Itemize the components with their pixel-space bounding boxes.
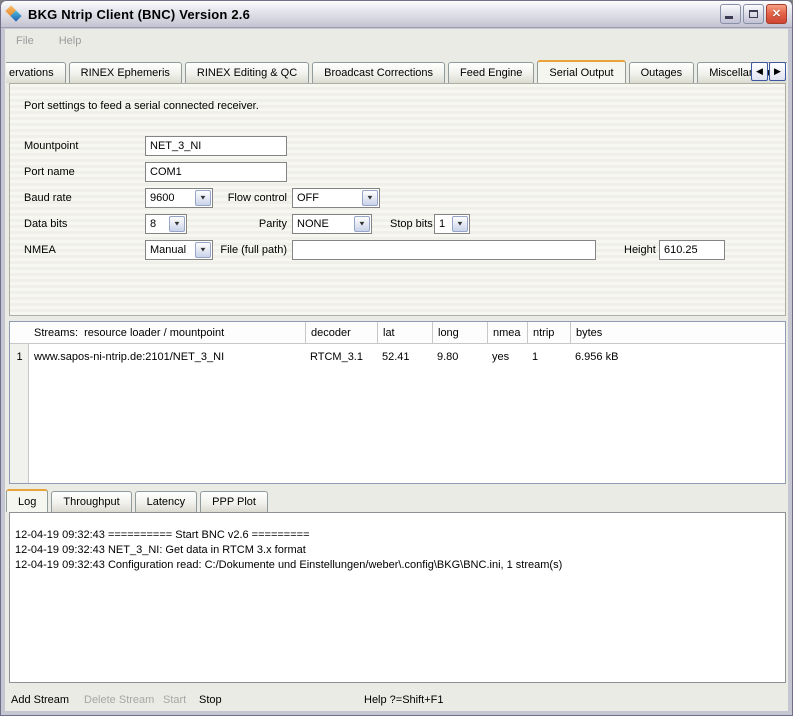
minimize-icon xyxy=(725,16,733,19)
data-bits-dropdown-button[interactable]: ▼ xyxy=(169,216,185,232)
baud-rate-select[interactable]: 9600 ▼ xyxy=(145,188,213,208)
title-bar: BKG Ntrip Client (BNC) Version 2.6 ✕ xyxy=(1,1,792,28)
tab-outages[interactable]: Outages xyxy=(629,62,695,83)
maximize-button[interactable] xyxy=(743,4,764,24)
mountpoint-input[interactable] xyxy=(145,136,287,156)
nmea-label: NMEA xyxy=(24,240,56,260)
chevron-down-icon: ▼ xyxy=(366,195,374,201)
chevron-down-icon: ▼ xyxy=(456,221,464,227)
arrow-right-icon: ▶ xyxy=(774,66,781,77)
parity-label: Parity xyxy=(210,214,287,234)
log-line: 12-04-19 09:32:43 ========== Start BNC v… xyxy=(15,528,780,543)
tab-observations[interactable]: ervations xyxy=(6,62,66,83)
parity-dropdown-button[interactable]: ▼ xyxy=(354,216,370,232)
tab-feed-engine[interactable]: Feed Engine xyxy=(448,62,534,83)
flow-control-select[interactable]: OFF ▼ xyxy=(292,188,380,208)
log-line: 12-04-19 09:32:43 NET_3_NI: Get data in … xyxy=(15,543,780,558)
cell-bytes: 6.956 kB xyxy=(570,345,786,369)
tab-rinex-editing-qc[interactable]: RINEX Editing & QC xyxy=(185,62,309,83)
bottom-button-bar: Add Stream Delete Stream Start Stop Help… xyxy=(5,689,788,711)
log-line: 12-04-19 09:32:43 Configuration read: C:… xyxy=(15,558,780,573)
parity-value: NONE xyxy=(294,216,353,232)
maximize-icon xyxy=(749,10,758,18)
add-stream-button[interactable]: Add Stream xyxy=(11,689,69,711)
tab-log[interactable]: Log xyxy=(6,489,48,512)
baud-rate-value: 9600 xyxy=(147,190,194,206)
column-header-decoder: decoder xyxy=(305,322,377,344)
arrow-left-icon: ◀ xyxy=(756,66,763,77)
app-icon[interactable] xyxy=(6,6,23,22)
help-button[interactable]: Help ?=Shift+F1 xyxy=(364,689,444,711)
cell-ntrip: 1 xyxy=(527,345,570,369)
nmea-value: Manual xyxy=(147,242,194,258)
column-header-mountpoint: Streams: resource loader / mountpoint xyxy=(29,322,305,344)
tab-rinex-ephemeris[interactable]: RINEX Ephemeris xyxy=(69,62,182,83)
menu-bar: File Help xyxy=(5,29,788,53)
delete-stream-button[interactable]: Delete Stream xyxy=(84,689,154,711)
cell-decoder: RTCM_3.1 xyxy=(305,345,377,369)
tab-scroll-left-button[interactable]: ◀ xyxy=(751,62,768,81)
close-icon: ✕ xyxy=(772,9,781,20)
height-label: Height xyxy=(624,240,656,260)
chevron-down-icon: ▼ xyxy=(173,221,181,227)
main-tab-bar: ervations RINEX Ephemeris RINEX Editing … xyxy=(6,58,787,83)
app-window: BKG Ntrip Client (BNC) Version 2.6 ✕ Fil… xyxy=(0,0,793,716)
baud-rate-label: Baud rate xyxy=(24,188,72,208)
height-input[interactable] xyxy=(659,240,725,260)
stop-bits-value: 1 xyxy=(436,216,451,232)
port-name-label: Port name xyxy=(24,162,75,182)
minimize-button[interactable] xyxy=(720,4,741,24)
stop-bits-select[interactable]: 1 ▼ xyxy=(434,214,470,234)
flow-control-label: Flow control xyxy=(210,188,287,208)
data-bits-value: 8 xyxy=(147,216,168,232)
tab-scroll-right-button[interactable]: ▶ xyxy=(769,62,786,81)
streams-table: Streams: resource loader / mountpoint de… xyxy=(9,321,786,484)
mountpoint-label: Mountpoint xyxy=(24,136,78,156)
tab-broadcast-corrections[interactable]: Broadcast Corrections xyxy=(312,62,445,83)
tab-serial-output[interactable]: Serial Output xyxy=(537,60,625,83)
flow-control-dropdown-button[interactable]: ▼ xyxy=(362,190,378,206)
column-header-ntrip: ntrip xyxy=(527,322,570,344)
column-header-bytes: bytes xyxy=(570,322,786,344)
chevron-down-icon: ▼ xyxy=(199,247,207,253)
column-header-nmea: nmea xyxy=(487,322,527,344)
stop-bits-label: Stop bits xyxy=(390,214,433,234)
nmea-dropdown-button[interactable]: ▼ xyxy=(195,242,211,258)
parity-select[interactable]: NONE ▼ xyxy=(292,214,372,234)
start-button[interactable]: Start xyxy=(163,689,186,711)
tab-ppp-plot[interactable]: PPP Plot xyxy=(200,491,268,512)
chevron-down-icon: ▼ xyxy=(358,221,366,227)
menu-help[interactable]: Help xyxy=(57,33,84,49)
menu-file[interactable]: File xyxy=(14,33,36,49)
log-panel: 12-04-19 09:32:43 ========== Start BNC v… xyxy=(9,512,786,683)
column-header-lat: lat xyxy=(377,322,432,344)
serial-output-panel: Port settings to feed a serial connected… xyxy=(9,83,786,316)
tab-throughput[interactable]: Throughput xyxy=(51,491,131,512)
cell-lat: 52.41 xyxy=(377,345,432,369)
column-header-long: long xyxy=(432,322,487,344)
cell-mountpoint: www.sapos-ni-ntrip.de:2101/NET_3_NI xyxy=(29,345,305,369)
flow-control-value: OFF xyxy=(294,190,361,206)
nmea-select[interactable]: Manual ▼ xyxy=(145,240,213,260)
data-bits-label: Data bits xyxy=(24,214,67,234)
file-path-input[interactable] xyxy=(292,240,596,260)
cell-nmea: yes xyxy=(487,345,527,369)
streams-table-header: Streams: resource loader / mountpoint de… xyxy=(10,322,785,344)
log-tab-bar: Log Throughput Latency PPP Plot xyxy=(6,487,787,512)
window-title: BKG Ntrip Client (BNC) Version 2.6 xyxy=(28,7,250,22)
close-button[interactable]: ✕ xyxy=(766,4,787,24)
tab-latency[interactable]: Latency xyxy=(135,491,198,512)
cell-long: 9.80 xyxy=(432,345,487,369)
chevron-down-icon: ▼ xyxy=(199,195,207,201)
data-bits-select[interactable]: 8 ▼ xyxy=(145,214,187,234)
stop-button[interactable]: Stop xyxy=(199,689,222,711)
baud-rate-dropdown-button[interactable]: ▼ xyxy=(195,190,211,206)
stop-bits-dropdown-button[interactable]: ▼ xyxy=(452,216,468,232)
panel-description: Port settings to feed a serial connected… xyxy=(24,96,259,116)
port-name-input[interactable] xyxy=(145,162,287,182)
window-body: File Help ervations RINEX Ephemeris RINE… xyxy=(5,29,788,711)
file-path-label: File (full path) xyxy=(210,240,287,260)
table-row[interactable]: www.sapos-ni-ntrip.de:2101/NET_3_NI RTCM… xyxy=(10,345,785,369)
